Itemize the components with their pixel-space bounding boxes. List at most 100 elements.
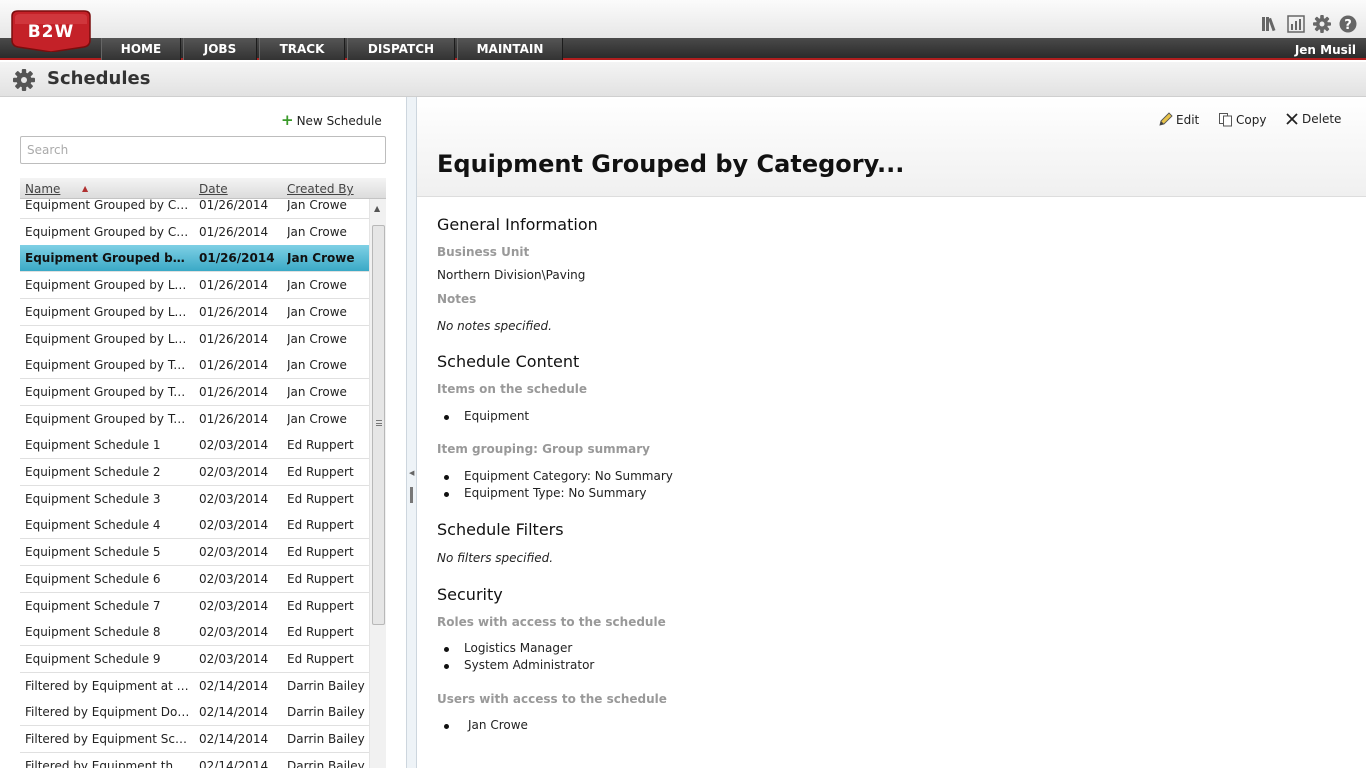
user-text: Jan Crowe bbox=[468, 718, 528, 732]
grouping-bullet: Equipment Type: No Summary bbox=[444, 486, 647, 500]
library-icon[interactable] bbox=[1261, 15, 1279, 33]
cell-created-by: Jan Crowe bbox=[287, 411, 347, 426]
cell-date: 02/14/2014 bbox=[199, 758, 269, 768]
cell-date: 02/14/2014 bbox=[199, 705, 269, 720]
cell-name: Equipment Schedule 2 bbox=[25, 465, 161, 479]
cell-created-by: Darrin Bailey bbox=[287, 758, 365, 768]
help-icon[interactable]: ? bbox=[1339, 15, 1357, 33]
nav-dispatch[interactable]: DISPATCH bbox=[347, 38, 455, 60]
cell-created-by: Jan Crowe bbox=[287, 278, 347, 293]
cell-name: Equipment Schedule 4 bbox=[25, 518, 161, 533]
table-row[interactable]: Equipment Grouped by Location Type 01/26/… bbox=[20, 325, 369, 353]
cell-created-by: Ed Ruppert bbox=[287, 438, 354, 453]
cell-name: Equipment Grouped by Category Summary bbox=[25, 199, 192, 212]
section-security: Security bbox=[437, 585, 503, 604]
table-row[interactable]: Equipment Grouped by Location 01/26/2014 J… bbox=[20, 272, 369, 300]
cell-date: 01/26/2014 bbox=[199, 278, 269, 293]
copy-icon bbox=[1219, 113, 1232, 127]
cell-date: 02/03/2014 bbox=[199, 438, 269, 453]
user-bullet: Jan Crowe bbox=[444, 718, 528, 732]
notes-label: Notes bbox=[437, 292, 477, 306]
cell-date: 02/03/2014 bbox=[199, 465, 269, 479]
reports-icon[interactable] bbox=[1287, 15, 1305, 33]
panel-splitter[interactable]: ◀ bbox=[406, 97, 417, 768]
table-row[interactable]: Filtered by Equipment that is Idle 02/14/… bbox=[20, 752, 369, 768]
nav-jobs[interactable]: JOBS bbox=[183, 38, 257, 60]
nav-track[interactable]: TRACK bbox=[259, 38, 345, 60]
cell-name: Equipment Grouped by Type bbox=[25, 358, 192, 373]
table-row[interactable]: Equipment Schedule 8 02/03/2014 Ed Ruppert bbox=[20, 619, 369, 647]
cell-created-by: Jan Crowe bbox=[287, 251, 355, 266]
table-row[interactable]: Equipment Schedule 7 02/03/2014 Ed Ruppert bbox=[20, 592, 369, 620]
svg-text:?: ? bbox=[1344, 18, 1352, 33]
grouping-text: Equipment Type: No Summary bbox=[464, 486, 647, 500]
copy-button[interactable]: Copy bbox=[1218, 112, 1266, 127]
table-row[interactable]: Equipment Schedule 6 02/03/2014 Ed Ruppert bbox=[20, 565, 369, 593]
table-row[interactable]: Equipment Schedule 4 02/03/2014 Ed Ruppert bbox=[20, 512, 369, 540]
table-row[interactable]: Filtered by Equipment Scheduled 02/14/201… bbox=[20, 726, 369, 753]
table-row[interactable]: Filtered by Equipment Down Status 02/14/2… bbox=[20, 699, 369, 727]
column-header-date[interactable]: Date bbox=[199, 182, 228, 196]
schedule-title: Equipment Grouped by Category... bbox=[437, 150, 905, 178]
cell-date: 02/03/2014 bbox=[199, 518, 269, 533]
cell-name: Equipment Grouped by Location Type bbox=[25, 331, 192, 346]
table-row[interactable]: Equipment Grouped by Category Summary 01/… bbox=[20, 199, 369, 219]
grid-scrollbar[interactable]: ▲ bbox=[369, 199, 386, 768]
table-row[interactable]: Equipment Grouped by Type Category 01/26/… bbox=[20, 405, 369, 433]
item-bullet: Equipment bbox=[443, 409, 530, 423]
edit-button[interactable]: Edit bbox=[1158, 112, 1199, 127]
splitter-grip-icon bbox=[410, 487, 413, 503]
section-general-information: General Information bbox=[437, 215, 598, 234]
current-user[interactable]: Jen Musil bbox=[1295, 38, 1356, 60]
column-header-name[interactable]: Name bbox=[25, 182, 60, 196]
detail-header: Edit Copy Delete Equipment Grouped by Ca… bbox=[417, 97, 1366, 197]
cell-created-by: Jan Crowe bbox=[287, 358, 347, 373]
cell-date: 02/14/2014 bbox=[199, 678, 269, 693]
table-row[interactable]: Equipment Schedule 3 02/03/2014 Ed Ruppert bbox=[20, 485, 369, 513]
collapse-left-icon[interactable]: ◀ bbox=[409, 469, 414, 477]
cell-date: 02/03/2014 bbox=[199, 571, 269, 586]
table-row[interactable]: Equipment Schedule 5 02/03/2014 Ed Ruppert bbox=[20, 539, 369, 567]
table-row[interactable]: Filtered by Equipment at Repair Shop 02/1… bbox=[20, 672, 369, 700]
table-row[interactable]: Equipment Grouped by Type 01/26/2014 Jan C… bbox=[20, 352, 369, 380]
cell-name: Equipment Grouped by Location Summary bbox=[25, 304, 192, 319]
table-row[interactable]: Equipment Schedule 2 02/03/2014 Ed Ruppert bbox=[20, 459, 369, 486]
new-schedule-label: New Schedule bbox=[296, 114, 382, 128]
gear-icon bbox=[13, 69, 35, 91]
delete-button[interactable]: Delete bbox=[1285, 112, 1341, 126]
nav-home[interactable]: HOME bbox=[101, 38, 181, 60]
copy-label: Copy bbox=[1236, 113, 1267, 127]
cell-created-by: Darrin Bailey bbox=[287, 732, 365, 746]
page-title: Schedules bbox=[47, 68, 151, 89]
scroll-thumb[interactable] bbox=[372, 225, 385, 625]
table-row[interactable]: Equipment Schedule 9 02/03/2014 Ed Ruppert bbox=[20, 645, 369, 673]
b2w-logo[interactable]: B2W bbox=[10, 10, 92, 52]
column-header-created-by[interactable]: Created By bbox=[287, 182, 354, 196]
cell-name: Equipment Grouped by Type Category bbox=[25, 411, 192, 426]
settings-icon[interactable] bbox=[1313, 15, 1331, 33]
table-row[interactable]: Equipment Grouped by Location Summary 01/… bbox=[20, 298, 369, 326]
pencil-icon bbox=[1159, 112, 1173, 126]
cell-name: Equipment Schedule 7 bbox=[25, 598, 161, 613]
sort-ascending-icon: ▲ bbox=[82, 184, 89, 193]
cell-name: Filtered by Equipment that is Idle bbox=[25, 758, 192, 768]
table-row[interactable]: Equipment Schedule 1 02/03/2014 Ed Ruppert bbox=[20, 432, 369, 460]
new-schedule-button[interactable]: + New Schedule bbox=[281, 111, 382, 129]
logo-text: B2W bbox=[28, 22, 75, 42]
table-row[interactable]: Equipment Grouped by Type Summary 01/26/2… bbox=[20, 378, 369, 406]
cell-created-by: Darrin Bailey bbox=[287, 678, 365, 693]
scroll-up-icon[interactable]: ▲ bbox=[374, 204, 380, 213]
section-schedule-content: Schedule Content bbox=[437, 352, 580, 371]
search-input[interactable] bbox=[20, 136, 386, 164]
cell-date: 01/26/2014 bbox=[199, 358, 269, 373]
edit-label: Edit bbox=[1176, 113, 1200, 127]
cell-date: 01/26/2014 bbox=[199, 304, 269, 319]
table-row[interactable]: Equipment Grouped by Category Type 01/26/… bbox=[20, 218, 369, 246]
cell-date: 01/26/2014 bbox=[199, 331, 269, 346]
nav-maintain[interactable]: MAINTAIN bbox=[457, 38, 563, 60]
cell-name: Filtered by Equipment Scheduled bbox=[25, 732, 192, 746]
page-header: Schedules bbox=[0, 62, 1366, 97]
item-text: Equipment bbox=[464, 409, 530, 423]
cell-name: Equipment Grouped by Category Type bbox=[25, 224, 192, 239]
table-row[interactable]: Equipment Grouped by Category... 01/26/20… bbox=[20, 245, 369, 273]
